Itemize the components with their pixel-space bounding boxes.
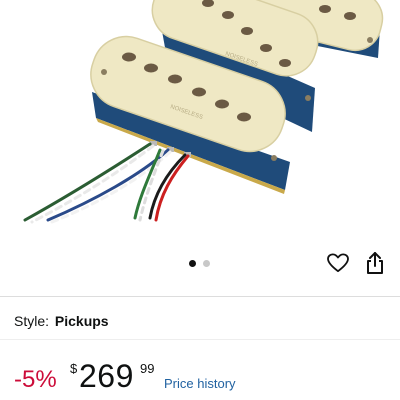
style-selector[interactable]: Style: Pickups (14, 313, 109, 329)
pickup-wires (23, 142, 190, 224)
price-whole: 269 (79, 358, 134, 394)
share-icon (367, 252, 383, 274)
pickups-photo: NOISELESS NOISELESS (23, 0, 384, 224)
section-divider-2 (0, 339, 400, 340)
style-label: Style: (14, 313, 50, 329)
wishlist-button[interactable] (325, 250, 351, 276)
carousel-dot-2[interactable] (203, 259, 210, 267)
product-image[interactable]: NOISELESS NOISELESS (0, 0, 400, 240)
section-divider (0, 296, 400, 297)
price-fraction: 99 (140, 361, 155, 376)
heart-outline-icon (327, 253, 349, 273)
carousel-dot-1[interactable] (189, 259, 196, 267)
price-currency-symbol: $ (70, 361, 78, 376)
share-button[interactable] (362, 250, 388, 276)
price-history-link[interactable]: Price history (164, 376, 236, 392)
image-carousel-dots[interactable] (189, 259, 210, 267)
discount-percentage: -5% (14, 366, 57, 393)
style-value: Pickups (54, 313, 109, 329)
